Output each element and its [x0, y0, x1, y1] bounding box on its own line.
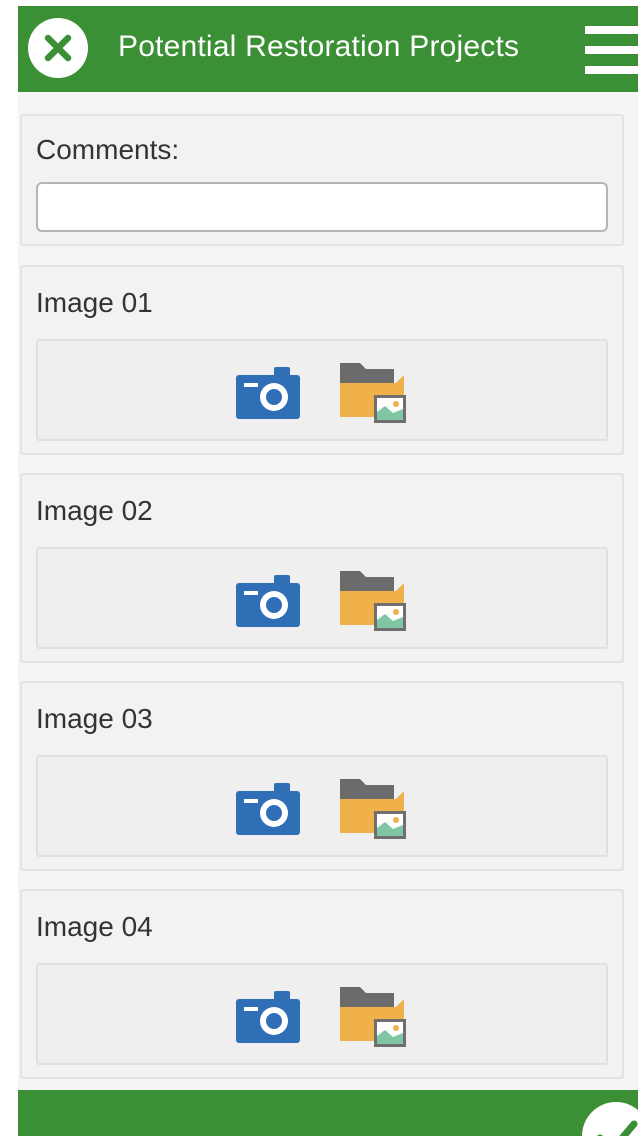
- menu-line: [585, 26, 638, 34]
- comments-label: Comments:: [36, 134, 180, 165]
- close-x-icon: [44, 34, 72, 62]
- folder-image-icon[interactable]: [338, 565, 408, 635]
- image-question-card: Image 04: [20, 889, 624, 1079]
- camera-icon[interactable]: [236, 575, 300, 627]
- camera-icon[interactable]: [236, 783, 300, 835]
- folder-image-icon[interactable]: [338, 981, 408, 1051]
- image-label: Image 04: [36, 911, 153, 942]
- image-label: Image 01: [36, 287, 153, 318]
- folder-image-icon[interactable]: [338, 357, 408, 427]
- comments-card: Comments:: [20, 114, 624, 246]
- image-question-card: Image 02: [20, 473, 624, 663]
- menu-line: [585, 46, 638, 54]
- header-bar: Potential Restoration Projects: [18, 6, 638, 92]
- checkmark-icon: [597, 1120, 638, 1136]
- survey-form-app: Potential Restoration Projects Comments:…: [18, 6, 638, 1136]
- camera-icon[interactable]: [236, 367, 300, 419]
- page-title: Potential Restoration Projects: [118, 30, 520, 63]
- submit-button[interactable]: [582, 1102, 638, 1136]
- image-attachment-area: [36, 339, 608, 441]
- image-attachment-area: [36, 963, 608, 1065]
- hamburger-menu-icon[interactable]: [585, 26, 638, 76]
- folder-image-icon[interactable]: [338, 773, 408, 843]
- camera-icon[interactable]: [236, 991, 300, 1043]
- comments-input[interactable]: [36, 182, 608, 232]
- image-question-card: Image 01: [20, 265, 624, 455]
- menu-line: [585, 66, 638, 74]
- image-attachment-area: [36, 755, 608, 857]
- image-attachment-area: [36, 547, 608, 649]
- image-label: Image 03: [36, 703, 153, 734]
- footer-bar: [18, 1090, 638, 1136]
- image-label: Image 02: [36, 495, 153, 526]
- close-button[interactable]: [28, 18, 88, 78]
- image-question-card: Image 03: [20, 681, 624, 871]
